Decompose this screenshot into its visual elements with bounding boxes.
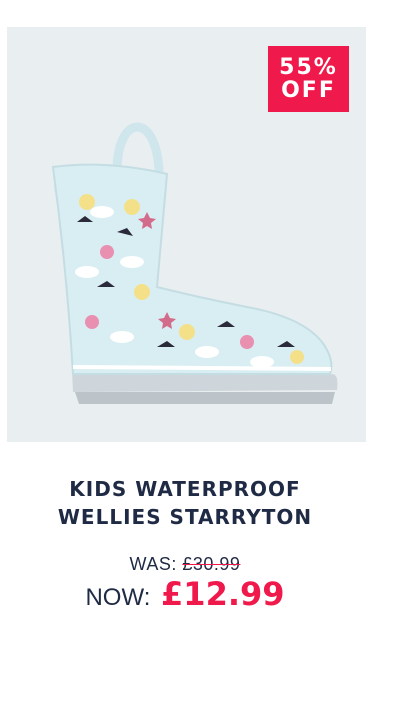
product-card[interactable]: 55% OFF KIDS WATERPROOF WELLIES STARRYTO… [0,0,400,703]
was-price-row: WAS: £30.99 [0,554,370,575]
product-title-line-2: WELLIES STARRYTON [57,505,313,529]
welly-boot-image [51,122,338,404]
product-title[interactable]: KIDS WATERPROOF WELLIES STARRYTON [0,475,370,531]
now-price: £12.99 [161,575,285,613]
discount-badge: 55% OFF [268,46,349,112]
was-price: £30.99 [182,554,241,574]
product-title-line-1: KIDS WATERPROOF [69,477,301,501]
now-price-row: NOW: £12.99 [0,575,370,613]
discount-percent: 55% [279,55,338,80]
now-label: NOW: [85,584,151,611]
was-label: WAS: [129,554,177,574]
discount-off-label: OFF [281,78,336,103]
